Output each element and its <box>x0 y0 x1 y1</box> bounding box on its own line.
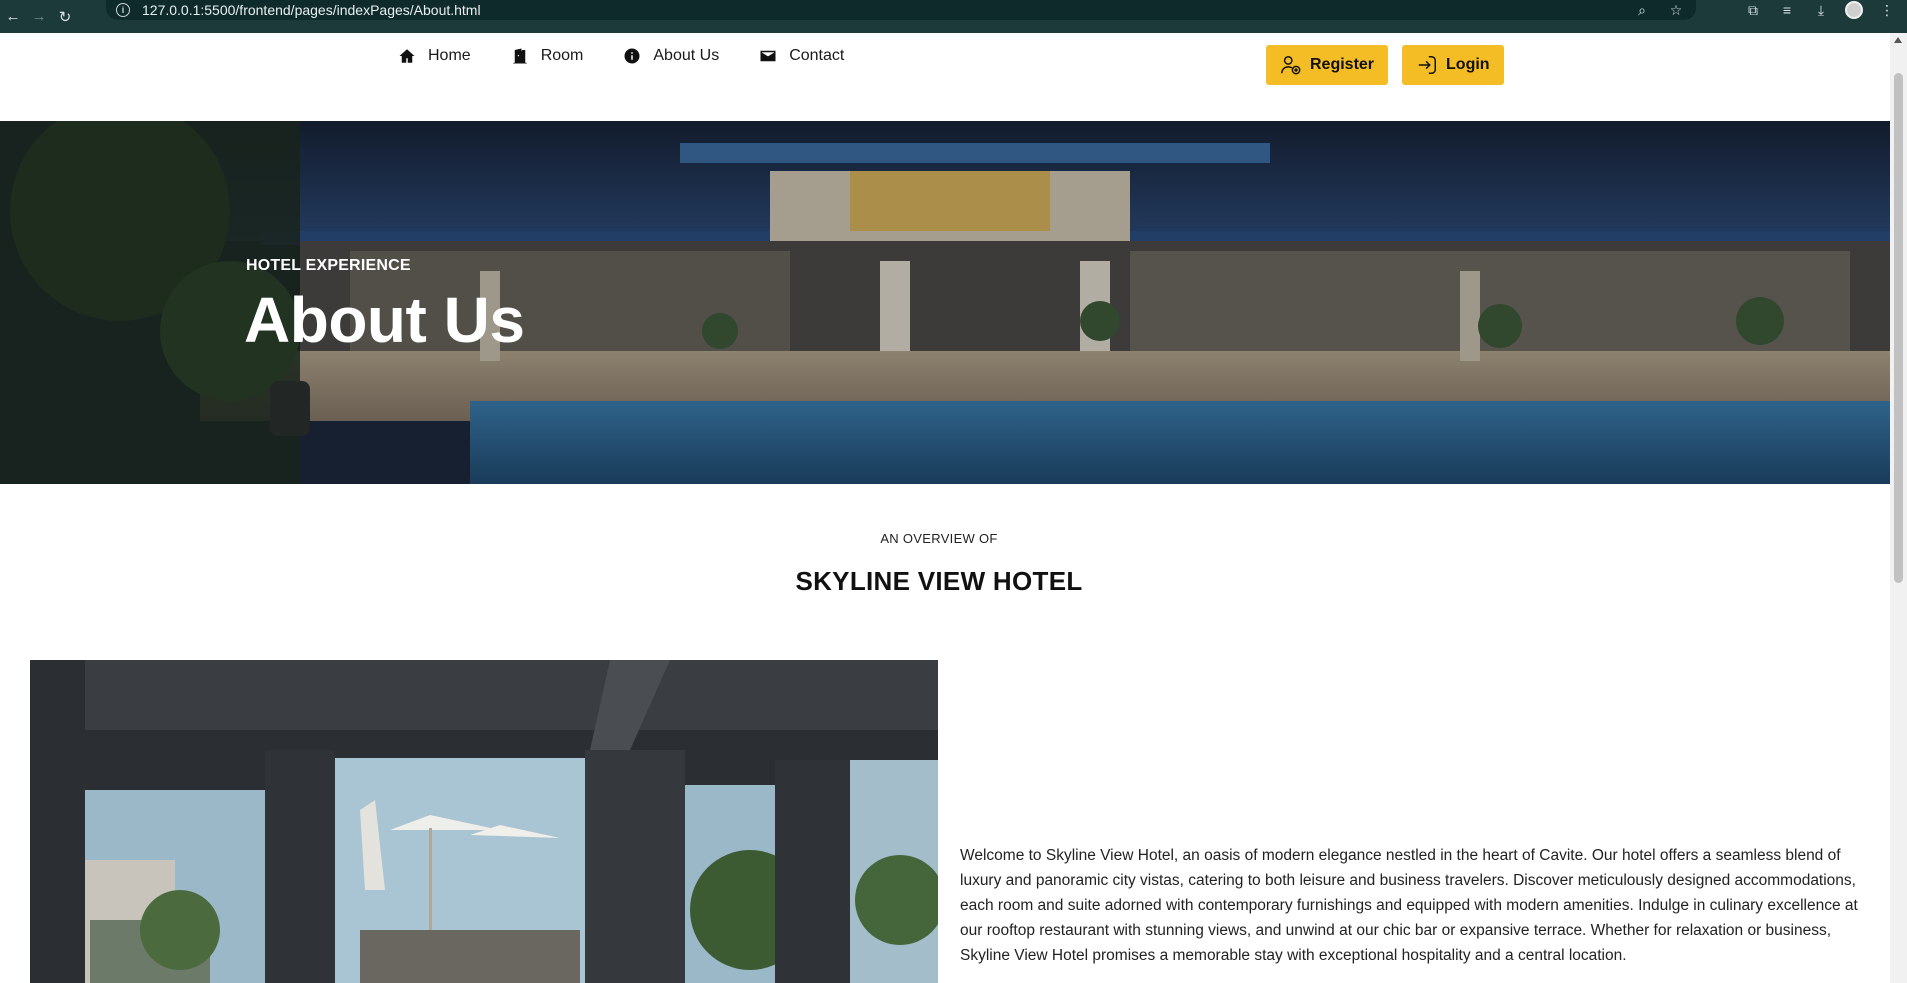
zoom-icon[interactable]: ⌕ <box>1632 2 1652 19</box>
menu-kebab-icon[interactable]: ⋮ <box>1877 2 1897 19</box>
info-icon <box>624 48 640 64</box>
extensions-icon[interactable]: ⧉ <box>1743 2 1763 19</box>
download-icon[interactable]: ⤓ <box>1811 2 1831 19</box>
site-info-icon[interactable]: i <box>116 3 130 17</box>
login-label: Login <box>1446 56 1490 73</box>
home-icon <box>399 49 415 63</box>
rooftop-terrace-image <box>30 660 938 983</box>
nav-item-label: About Us <box>653 47 720 64</box>
register-button[interactable]: Register <box>1266 45 1389 85</box>
nav-item-room[interactable]: Room <box>511 47 584 65</box>
address-bar[interactable]: i 127.0.0.1:5500/frontend/pages/indexPag… <box>106 0 1696 20</box>
back-icon[interactable]: ← <box>0 6 26 28</box>
about-image <box>30 660 938 983</box>
overview-kicker: AN OVERVIEW OF <box>880 531 998 546</box>
hero-kicker: HOTEL EXPERIENCE <box>246 257 411 274</box>
bookmark-star-icon[interactable]: ☆ <box>1666 2 1686 19</box>
nav-item-label: Home <box>428 47 471 64</box>
browser-toolbar: ← → ↻ i 127.0.0.1:5500/frontend/pages/in… <box>0 0 1907 33</box>
site-navbar: Home Room About Us Contact Register Logi… <box>0 33 1890 121</box>
nav-item-home[interactable]: Home <box>398 47 471 65</box>
scroll-up-arrow-icon[interactable] <box>1894 37 1902 43</box>
nav-item-about[interactable]: About Us <box>623 47 719 65</box>
profile-avatar[interactable] <box>1845 1 1863 19</box>
nav-item-label: Room <box>540 47 584 64</box>
door-icon <box>512 48 527 64</box>
scroll-thumb[interactable] <box>1894 73 1903 583</box>
page-scrollbar[interactable] <box>1890 33 1907 983</box>
nav-item-label: Contact <box>789 47 845 64</box>
reload-icon[interactable]: ↻ <box>52 6 78 28</box>
hero-title: About Us <box>244 284 525 356</box>
register-label: Register <box>1310 56 1375 73</box>
overview-title: SKYLINE VIEW HOTEL <box>795 566 1083 596</box>
about-paragraph: Welcome to Skyline View Hotel, an oasis … <box>960 847 1858 964</box>
envelope-icon <box>760 50 776 62</box>
nav-item-contact[interactable]: Contact <box>759 47 844 65</box>
login-button[interactable]: Login <box>1402 45 1504 85</box>
nav-links: Home Room About Us Contact <box>398 47 844 65</box>
auth-buttons: Register Login <box>1266 45 1504 85</box>
user-add-icon <box>1281 56 1301 75</box>
forward-icon[interactable]: → <box>26 6 52 28</box>
login-icon <box>1418 56 1437 74</box>
hero-banner: HOTEL EXPERIENCE About Us <box>0 121 1890 484</box>
url-text: 127.0.0.1:5500/frontend/pages/indexPages… <box>142 2 481 18</box>
reading-list-icon[interactable]: ≡ <box>1777 2 1797 18</box>
